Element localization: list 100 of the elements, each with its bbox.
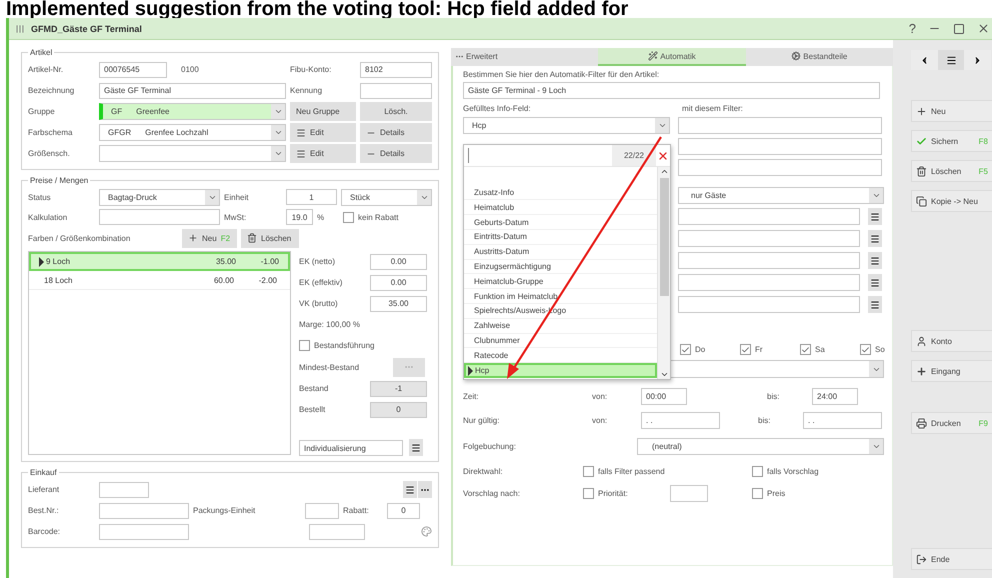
checkbox[interactable]: [860, 344, 871, 355]
menu-button[interactable]: [868, 296, 882, 313]
field-label: Fibu-Konto:: [290, 65, 332, 74]
input-field[interactable]: Gäste GF Terminal: [99, 82, 286, 98]
checkbox[interactable]: [583, 488, 594, 498]
dropdown-item[interactable]: Ratecode: [464, 348, 657, 364]
combo-box[interactable]: GF Greenfee: [99, 103, 286, 120]
input-field[interactable]: 35.00: [370, 296, 427, 312]
details-button[interactable]: Details: [360, 144, 432, 163]
help-button[interactable]: ?: [908, 21, 916, 36]
group-button[interactable]: Neu Gruppe: [290, 102, 356, 121]
input-field[interactable]: 8102: [360, 62, 432, 78]
dropdown-item[interactable]: Hcp: [464, 363, 657, 378]
input-field[interactable]: [678, 117, 882, 134]
input-field[interactable]: -1: [370, 380, 427, 396]
input-field[interactable]: [309, 524, 365, 540]
tab[interactable]: Erweitert: [451, 48, 598, 66]
sidebar-button[interactable]: Eingang: [911, 360, 992, 382]
tab[interactable]: Bestandteile: [746, 48, 893, 66]
delete-button[interactable]: Löschen: [241, 228, 299, 248]
input-field[interactable]: [678, 208, 860, 225]
dropdown-item[interactable]: Zusatz-Info: [464, 186, 657, 200]
checkbox[interactable]: [752, 466, 763, 476]
input-field[interactable]: . .: [641, 412, 720, 428]
input-field[interactable]: [99, 209, 220, 225]
checkbox[interactable]: [800, 344, 811, 355]
list-row[interactable]: 9 Loch 35.00 -1.00: [29, 252, 290, 271]
input-field[interactable]: [678, 138, 882, 155]
sidebar-button[interactable]: Neu: [911, 100, 992, 122]
dropdown-item[interactable]: Funktion im Heimatclub: [464, 289, 657, 304]
checkbox[interactable]: [752, 488, 763, 498]
menu-button[interactable]: [868, 274, 882, 291]
checkbox[interactable]: [680, 344, 691, 355]
input-field[interactable]: [678, 296, 860, 313]
sidebar-button[interactable]: Löschen F5: [911, 160, 992, 182]
input-field[interactable]: [678, 252, 860, 269]
combo-box[interactable]: [99, 145, 286, 162]
input-field[interactable]: Gäste GF Terminal - 9 Loch: [463, 82, 880, 99]
input-field[interactable]: 0: [387, 502, 420, 518]
input-field[interactable]: 0.00: [370, 274, 427, 290]
menu-button[interactable]: [409, 439, 423, 456]
dropdown-item[interactable]: Austritts-Datum: [464, 244, 657, 260]
input-field[interactable]: 19.0: [286, 209, 313, 225]
input-field[interactable]: 24:00: [812, 388, 858, 404]
input-field[interactable]: 0.00: [370, 254, 427, 270]
details-button[interactable]: Details: [360, 123, 432, 142]
input-field[interactable]: [670, 484, 708, 502]
input-field[interactable]: [678, 159, 882, 176]
checkbox[interactable]: [343, 212, 354, 222]
dropdown-item[interactable]: Zahlweise: [464, 318, 657, 334]
sidebar-button[interactable]: Sichern F8: [911, 130, 992, 152]
dropdown-item[interactable]: Clubnummer: [464, 334, 657, 348]
sidebar-button[interactable]: Konto: [911, 330, 992, 352]
checkbox[interactable]: [740, 344, 751, 355]
combo-box[interactable]: Hcp: [463, 117, 670, 134]
menu-button[interactable]: [868, 230, 882, 247]
tab[interactable]: Automatik: [598, 48, 746, 66]
scroll-down-icon[interactable]: [660, 370, 668, 379]
combo-box[interactable]: (neutral): [637, 438, 884, 454]
dropdown-item[interactable]: Heimatclub-Gruppe: [464, 274, 657, 290]
input-field[interactable]: 00:00: [641, 388, 687, 404]
dropdown-item[interactable]: Einzugsermächtigung: [464, 260, 657, 274]
combo-box[interactable]: Stück: [341, 188, 432, 206]
edit-button[interactable]: Edit: [290, 144, 356, 163]
input-field[interactable]: . .: [803, 412, 882, 428]
input-field[interactable]: [678, 230, 860, 247]
edit-button[interactable]: Edit: [290, 123, 356, 142]
sidebar-button[interactable]: Kopie -> Neu: [911, 190, 992, 212]
input-field[interactable]: [305, 502, 339, 518]
input-field[interactable]: [360, 82, 432, 98]
combo-box[interactable]: Bagtag-Druck: [99, 188, 220, 206]
maximize-icon[interactable]: [953, 22, 965, 34]
input-field[interactable]: 0: [370, 402, 427, 418]
dropdown-item[interactable]: Heimatclub: [464, 200, 657, 216]
sidebar-button[interactable]: Ende: [911, 548, 992, 570]
checkbox[interactable]: [299, 340, 310, 351]
group-button[interactable]: Lösch.: [360, 102, 432, 121]
combo-box[interactable]: nur Gäste: [678, 187, 884, 204]
input-field[interactable]: 1: [286, 189, 337, 205]
input-field[interactable]: Individualisierung: [299, 440, 403, 456]
menu-button[interactable]: [403, 481, 417, 498]
scrollbar-thumb[interactable]: [660, 178, 668, 296]
combo-box[interactable]: GFGR Grenfee Lochzahl: [99, 124, 286, 141]
input-field[interactable]: [99, 502, 189, 518]
palette-icon[interactable]: [421, 526, 432, 537]
input-field[interactable]: [99, 524, 189, 540]
scroll-up-icon[interactable]: [660, 167, 668, 176]
dropdown-item[interactable]: Geburts-Datum: [464, 215, 657, 230]
menu-button[interactable]: [938, 50, 964, 70]
new-button[interactable]: Neu F2: [182, 228, 237, 248]
dropdown-item[interactable]: Eintritts-Datum: [464, 230, 657, 245]
checkbox[interactable]: [583, 466, 594, 476]
input-field[interactable]: [678, 274, 860, 291]
menu-button[interactable]: [868, 208, 882, 225]
input-field[interactable]: [99, 482, 149, 498]
menu-button[interactable]: [868, 252, 882, 269]
input-field[interactable]: 00076545: [99, 62, 167, 78]
close-icon[interactable]: [977, 22, 990, 35]
more-button[interactable]: [418, 481, 432, 498]
sidebar-button[interactable]: Drucken F9: [911, 412, 992, 434]
